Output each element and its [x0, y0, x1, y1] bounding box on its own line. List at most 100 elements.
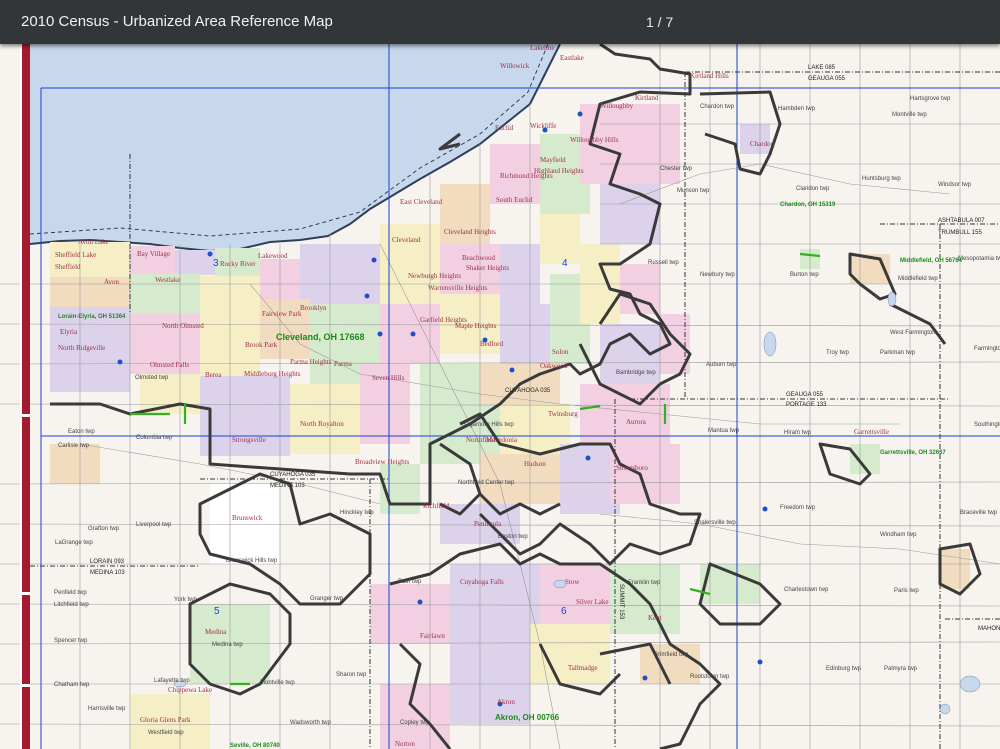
place-label-lakewood: Lakewood	[258, 252, 288, 260]
place-label-brook-park: Brook Park	[245, 341, 278, 349]
place-label-silver-lake: Silver Lake	[576, 598, 608, 606]
ua-label-akron-ua: Akron, OH 00766	[495, 713, 560, 722]
place-label-kirtland: Kirtland	[635, 94, 659, 102]
ua-label-seville-ua: Seville, OH 80740	[230, 743, 280, 749]
place-label-lagrange-twp: LaGrange twp	[55, 540, 93, 546]
reference-map-svg[interactable]: Willowick Eastlake Lakeline Kirtland Hills K…	[0, 44, 1000, 749]
place-label-eastlake: Eastlake	[560, 54, 584, 62]
ua-label-lorain-elyria-ua: Lorain-Elyria, OH 51364	[58, 314, 126, 320]
place-label-south-euclid: South Euclid	[496, 196, 533, 204]
place-label-hinckley-twp: Hinckley twp	[340, 510, 374, 516]
place-label-bay-village: Bay Village	[137, 250, 170, 258]
place-label-lafayette-twp: Lafayette twp	[154, 678, 190, 684]
place-label-olmsted-twp: Olmsted twp	[135, 375, 169, 381]
place-label-liverpool-twp: Liverpool twp	[136, 522, 172, 528]
place-label-bainbridge-twp: Bainbridge twp	[616, 370, 656, 376]
place-label-gloria-glens: Gloria Glens Park	[140, 716, 191, 724]
place-label-chardon-twp: Chardon twp	[700, 104, 735, 110]
place-label-warrensville-heights: Warrensville Heights	[428, 284, 487, 292]
place-label-hiram-twp: Hiram twp	[784, 430, 812, 436]
place-label-copley-twp: Copley twp	[400, 720, 430, 726]
place-label-maple-heights: Maple Heights	[455, 322, 497, 330]
place-label-brimfield-twp: Brimfield twp	[654, 652, 689, 658]
place-label-berea: Berea	[205, 371, 222, 379]
county-label-ashtabula-007: ASHTABULA 007	[938, 218, 985, 224]
place-label-tallmadge: Tallmadge	[568, 664, 597, 672]
place-label-troy-twp: Troy twp	[826, 350, 849, 356]
place-label-wadsworth-twp: Wadsworth twp	[290, 720, 331, 726]
place-label-stow: Stow	[565, 578, 580, 586]
sheet-number-sheet-6: 6	[561, 606, 567, 617]
county-label-cuyahoga-035-b: CUYAHOGA 035	[505, 388, 551, 394]
place-label-granger-twp: Granger twp	[310, 596, 344, 602]
ua-label-chardon-ua: Chardon, OH 15319	[780, 202, 836, 208]
place-label-northfield: Northfield	[466, 436, 496, 444]
county-label-summit-153: SUMMIT 153	[618, 584, 624, 620]
place-label-garrettsville: Garrettsville	[854, 428, 889, 436]
place-label-avon-lake: Avon Lake	[78, 238, 109, 246]
place-label-shalersville-twp: Shalersville twp	[694, 520, 736, 526]
place-label-bath-twp: Bath twp	[398, 579, 422, 585]
place-label-farmington-twp: Farmington	[974, 346, 1000, 352]
place-label-brunswick: Brunswick	[232, 514, 263, 522]
sheet-number-sheet-4: 4	[562, 258, 568, 269]
place-label-seven-hills: Seven Hills	[372, 374, 405, 382]
place-label-twinsburg: Twinsburg	[548, 410, 578, 418]
place-label-sagamore-hills: Sagamore Hills twp	[462, 422, 514, 428]
county-label-trumbull-155: TRUMBULL 155	[938, 230, 982, 236]
place-label-middlefield-twp: Middlefield twp	[898, 276, 938, 282]
place-label-willoughby-hills: Willoughby Hills	[570, 136, 619, 144]
place-label-carlisle-twp: Carlisle twp	[58, 443, 90, 449]
place-label-kent: Kent	[648, 614, 662, 622]
place-label-olmsted-falls: Olmsted Falls	[150, 361, 189, 369]
place-label-paris-twp: Paris twp	[894, 588, 919, 594]
place-label-montville-twp: Montville twp	[892, 112, 927, 118]
place-label-norton: Norton	[395, 740, 415, 748]
document-title: 2010 Census - Urbanized Area Reference M…	[21, 13, 333, 30]
place-label-medina: Medina	[205, 628, 227, 636]
place-label-shaker-heights: Shaker Heights	[466, 264, 509, 272]
ua-label-garrettsville-ua: Garrettsville, OH 32637	[880, 450, 946, 456]
place-label-kirtland-hills: Kirtland Hills	[690, 72, 729, 80]
place-label-munson-twp: Munson twp	[677, 188, 710, 194]
place-label-grafton-twp: Grafton twp	[88, 526, 120, 532]
county-label-medina-103: MEDINA 103	[270, 483, 305, 489]
map-red-border-band	[22, 44, 30, 749]
county-label-lake-geauga: LAKE 085	[808, 65, 836, 71]
place-label-york-twp: York twp	[174, 597, 197, 603]
place-label-penfield-twp: Penfield twp	[54, 590, 87, 596]
place-label-chippewa-lake: Chippewa Lake	[168, 686, 212, 694]
county-label-lorain-093: LORAIN 093	[90, 559, 125, 565]
place-label-chester-twp: Chester twp	[660, 166, 693, 172]
place-label-willowick: Willowick	[500, 62, 530, 70]
place-label-mantua-twp: Mantua twp	[708, 428, 740, 434]
place-label-parma: Parma	[334, 360, 353, 368]
place-label-freedom-twp: Freedom twp	[780, 505, 816, 511]
place-label-bedford: Bedford	[480, 340, 503, 348]
place-label-willoughby: Willoughby	[600, 102, 634, 110]
place-label-westfield-twp: Westfield twp	[148, 730, 184, 736]
place-label-wickliffe: Wickliffe	[530, 122, 556, 130]
place-label-westlake: Westlake	[155, 276, 180, 284]
place-label-southington-twp: Southington twp	[974, 422, 1000, 428]
place-label-strongsville: Strongsville	[232, 436, 266, 444]
place-label-auburn-twp: Auburn twp	[706, 362, 737, 368]
place-label-avon: Avon	[104, 278, 120, 286]
ua-label-middlefield-ua: Middlefield, OH 56764	[900, 258, 963, 264]
place-label-sharon-twp: Sharon twp	[336, 672, 367, 678]
county-label-geauga-055-top: GEAUGA 055	[808, 76, 846, 82]
place-label-aurora: Aurora	[626, 418, 647, 426]
place-label-claridon-twp: Claridon twp	[796, 186, 830, 192]
place-label-richmond-heights: Richmond Heights	[500, 172, 553, 180]
place-label-east-cleveland: East Cleveland	[400, 198, 443, 206]
place-label-oakwood: Oakwood	[540, 362, 568, 370]
place-label-parkman-twp: Parkman twp	[880, 350, 916, 356]
map-edge-white	[20, 44, 22, 749]
place-label-richfield: Richfield	[423, 502, 450, 510]
place-label-brooklyn: Brooklyn	[300, 304, 327, 312]
place-label-newbury-twp: Newbury twp	[700, 272, 735, 278]
place-label-medina-twp: Medina twp	[212, 642, 243, 648]
map-page[interactable]: Willowick Eastlake Lakeline Kirtland Hills K…	[0, 44, 1000, 749]
place-label-rocky-river: Rocky River	[220, 260, 256, 268]
place-label-cleveland-heights: Cleveland Heights	[444, 228, 496, 236]
